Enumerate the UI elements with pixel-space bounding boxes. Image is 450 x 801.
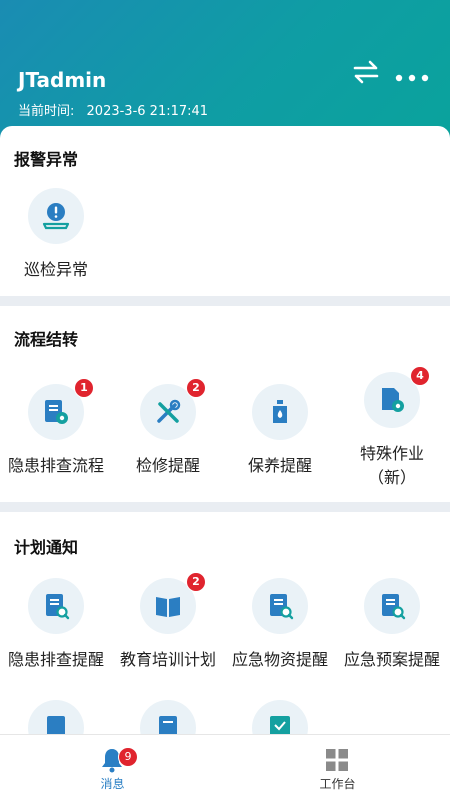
badge: 1: [74, 378, 94, 398]
app-title: JTadmin: [18, 68, 107, 92]
document-search-icon: [364, 578, 420, 634]
item-label-line2: （新）: [367, 468, 416, 487]
tab-workbench[interactable]: 工作台: [225, 735, 450, 801]
tab-label: 工作台: [319, 777, 356, 791]
section-divider: [0, 502, 450, 512]
document-search-icon: [252, 578, 308, 634]
item-label: 应急预案提醒: [343, 650, 440, 669]
more-icon[interactable]: [394, 70, 430, 86]
badge: 2: [186, 572, 206, 592]
item-label: 隐患排查流程: [7, 456, 104, 475]
badge: 2: [186, 378, 206, 398]
document-icon: [28, 700, 84, 734]
tab-label: 消息: [100, 777, 125, 791]
oil-bottle-icon: [252, 384, 308, 440]
inspection-alert-icon: [28, 188, 84, 244]
time-value: 2023-3-6 21:17:41: [86, 104, 209, 119]
item-label: 保养提醒: [247, 456, 312, 475]
time-label: 当前时间:: [18, 104, 75, 119]
plan-card: 计划通知 隐患排查提醒 2 教育培训计划 应急物资提醒 应急预案提醒: [0, 512, 450, 734]
item-label: 应急物资提醒: [231, 650, 328, 669]
section-title: 报警异常: [14, 150, 79, 169]
message-badge: 9: [118, 747, 138, 767]
current-time: 当前时间: 2023-3-6 21:17:41: [18, 100, 216, 119]
section-title: 计划通知: [14, 538, 79, 557]
item-label: 特殊作业 （新）: [336, 442, 448, 490]
bottom-tab-bar: 9 消息 工作台: [0, 734, 450, 801]
tab-messages[interactable]: 9 消息: [0, 735, 225, 801]
section-title: 流程结转: [14, 330, 79, 349]
item-label-line1: 特殊作业: [359, 444, 424, 463]
badge: 4: [410, 366, 430, 386]
item-label: 巡检异常: [23, 260, 88, 279]
section-divider: [0, 296, 450, 306]
alarm-card: 报警异常 巡检异常: [0, 126, 450, 296]
swap-icon[interactable]: [352, 60, 380, 84]
item-label: 检修提醒: [135, 456, 200, 475]
flow-card: 流程结转 1 隐患排查流程 2 检修提醒 保养提醒 4 特殊作业 （新）: [0, 306, 450, 502]
grid-icon: [326, 749, 348, 771]
document-icon: [140, 700, 196, 734]
item-label: 隐患排查提醒: [7, 650, 104, 669]
shield-icon: [252, 700, 308, 734]
document-search-icon: [28, 578, 84, 634]
item-label: 教育培训计划: [119, 650, 216, 669]
